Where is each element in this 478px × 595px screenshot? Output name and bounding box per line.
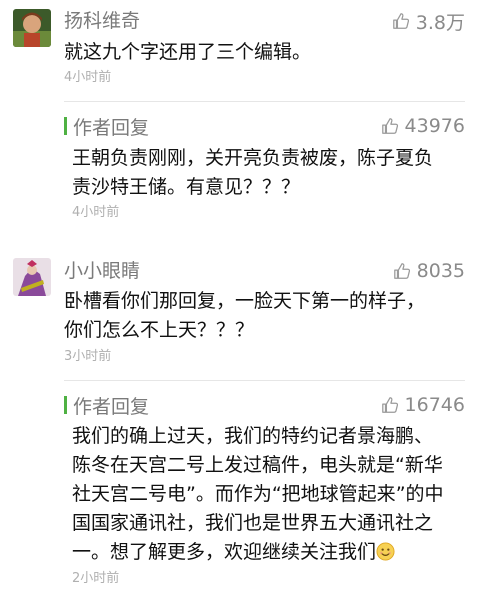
comment-line: 你们怎么不上天？？？ [64,319,255,341]
reply-line: 社天宫二号电”。而作为“把地球管起来”的中 [72,483,444,505]
thumbs-up-icon [381,396,399,414]
username[interactable]: 小小眼睛 [64,259,140,283]
reply-line-last: 一。想了解更多，欢迎继续关注我们 [72,538,444,567]
timestamp: 2小时前 [72,571,120,586]
smiling-face-emoji [376,541,395,561]
reply-line: 国国家通讯社，我们也是世界五大通讯社之 [72,512,434,534]
divider [64,101,465,102]
like-count: 43976 [404,115,465,137]
author-reply-label: 作者回复 [73,116,150,139]
like-count: 3.8万 [415,11,465,34]
author-reply-header: 作者回复 [64,393,150,418]
like-count: 8035 [416,260,465,282]
reply-line: 一。想了解更多，欢迎继续关注我们 [72,541,377,563]
thumbs-up-icon [381,117,399,135]
thumbs-up-icon [393,262,411,280]
reply-line: 我们的确上过天，我们的特约记者景海鹏、 [72,425,434,447]
reply-text: 我们的确上过天，我们的特约记者景海鹏、 陈冬在天宫二号上发过稿件，电头就是“新华… [72,422,444,567]
timestamp: 4小时前 [72,205,120,220]
author-reply-label: 作者回复 [73,395,150,418]
divider [64,380,465,381]
reply-line: 责沙特王储。有意见？？？ [72,176,301,198]
reply-marker [64,396,67,414]
reply-line: 陈冬在天宫二号上发过稿件，电头就是“新华 [72,454,443,476]
timestamp: 3小时前 [64,349,112,364]
comment-text: 就这九个字还用了三个编辑。 [64,38,311,67]
reply-text: 王朝负责刚刚，关开亮负责被废，陈子夏负 责沙特王储。有意见？？？ [72,144,433,202]
username[interactable]: 扬科维奇 [64,9,140,33]
like-button[interactable]: 43976 [381,114,465,138]
like-button[interactable]: 16746 [381,393,465,417]
timestamp: 4小时前 [64,70,112,85]
avatar[interactable] [13,258,51,296]
like-count: 16746 [404,394,465,416]
like-button[interactable]: 3.8万 [392,9,465,34]
author-reply-header: 作者回复 [64,114,150,139]
like-button[interactable]: 8035 [393,259,465,283]
comment-text: 卧槽看你们那回复，一脸天下第一的样子， 你们怎么不上天？？？ [64,287,425,345]
reply-line: 王朝负责刚刚，关开亮负责被废，陈子夏负 [72,147,434,169]
thumbs-up-icon [392,12,410,30]
reply-marker [64,117,67,135]
comment-line: 就这九个字还用了三个编辑。 [64,41,312,63]
comment-line: 卧槽看你们那回复，一脸天下第一的样子， [64,290,426,312]
avatar[interactable] [13,9,51,47]
